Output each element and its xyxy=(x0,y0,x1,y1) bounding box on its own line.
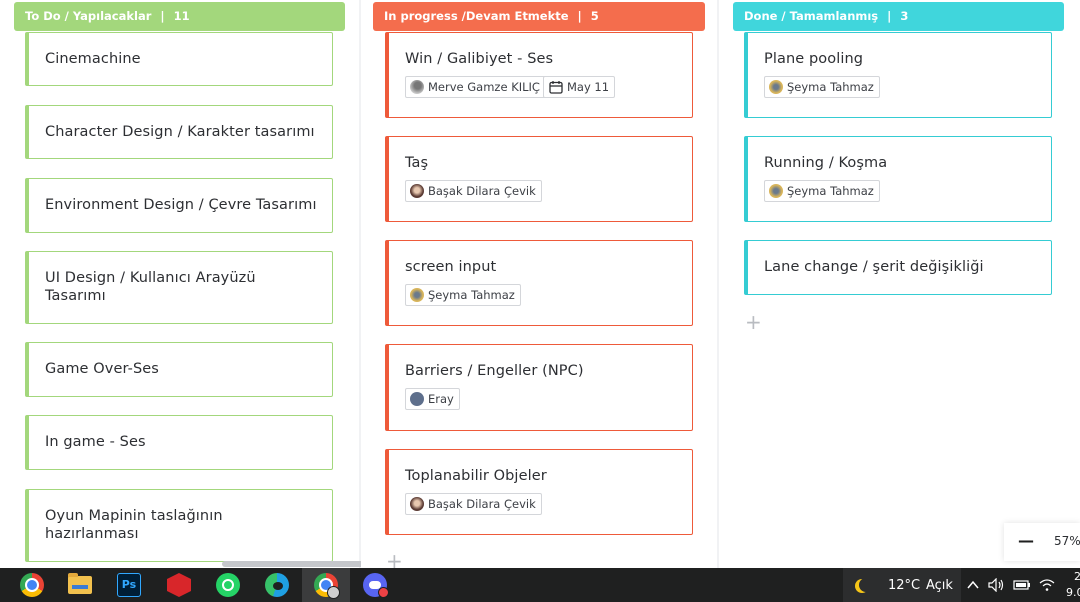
task-title: In game - Ses xyxy=(45,434,146,450)
task-title: Barriers / Engeller (NPC) xyxy=(405,363,584,379)
column-header-todo[interactable]: To Do / Yapılacaklar | 11 xyxy=(14,2,345,31)
task-card[interactable]: Running / Koşma Şeyma Tahmaz xyxy=(744,136,1052,222)
task-card[interactable]: Taş Başak Dilara Çevik xyxy=(385,136,693,222)
task-card[interactable]: In game - Ses xyxy=(25,415,333,470)
task-card[interactable]: UI Design / Kullanıcı Arayüzü Tasarımı xyxy=(25,251,333,324)
task-title: Plane pooling xyxy=(764,51,864,67)
avatar xyxy=(769,80,783,94)
task-title: Oyun Mapinin taslağının hazırlanması xyxy=(45,508,223,542)
due-date-chip[interactable]: May 11 xyxy=(543,76,616,98)
weather-temperature: 12°C xyxy=(888,578,921,593)
speaker-icon[interactable] xyxy=(988,578,1006,592)
task-card[interactable]: Win / Galibiyet - Ses Merve Gamze KILIÇ … xyxy=(385,32,693,118)
task-title: Lane change / şerit değişikliği xyxy=(764,259,984,275)
sketchup-icon[interactable] xyxy=(167,573,191,597)
avatar xyxy=(410,80,424,94)
weather-condition: Açık xyxy=(926,578,953,593)
task-card[interactable]: Barriers / Engeller (NPC) Eray xyxy=(385,344,693,431)
clock-date-fragment[interactable]: 9.0 xyxy=(1066,586,1080,599)
task-card[interactable]: Lane change / şerit değişikliği xyxy=(744,240,1052,295)
discord-icon[interactable] xyxy=(363,573,389,598)
column-title: To Do / Yapılacaklar xyxy=(25,9,152,23)
assignee-name: Şeyma Tahmaz xyxy=(787,80,874,94)
column-count: 11 xyxy=(173,9,190,23)
avatar xyxy=(410,392,424,406)
assignee-name: Eray xyxy=(428,392,454,406)
calendar-icon xyxy=(549,81,563,94)
column-header-done[interactable]: Done / Tamamlanmış | 3 xyxy=(733,2,1064,31)
column-todo: To Do / Yapılacaklar | 11 Cinemachine Char… xyxy=(0,0,359,568)
task-title: Taş xyxy=(405,155,429,171)
column-count: 5 xyxy=(590,9,599,23)
task-title: Toplanabilir Objeler xyxy=(405,468,547,484)
zoom-level: 57% xyxy=(1054,534,1080,548)
photoshop-label: Ps xyxy=(121,578,137,591)
assignee-name: Merve Gamze KILIÇ xyxy=(428,80,540,94)
assignee-chip[interactable]: Merve Gamze KILIÇ xyxy=(405,76,546,98)
column-count: 3 xyxy=(900,9,909,23)
chevron-up-icon[interactable] xyxy=(966,579,980,591)
avatar xyxy=(410,497,424,511)
task-title: Running / Koşma xyxy=(764,155,888,171)
task-card[interactable]: Character Design / Karakter tasarımı xyxy=(25,105,333,159)
task-card[interactable]: Environment Design / Çevre Tasarımı xyxy=(25,178,333,233)
clock-time-fragment[interactable]: 2 xyxy=(1074,570,1080,583)
task-card[interactable]: Plane pooling Şeyma Tahmaz xyxy=(744,32,1052,118)
battery-icon[interactable] xyxy=(1013,579,1031,591)
file-explorer-icon[interactable] xyxy=(68,573,92,594)
assignee-chip[interactable]: Şeyma Tahmaz xyxy=(405,284,521,306)
task-title: Character Design / Karakter tasarımı xyxy=(45,124,315,140)
assignee-name: Şeyma Tahmaz xyxy=(787,184,874,198)
task-card[interactable]: Cinemachine xyxy=(25,32,333,86)
assignee-chip[interactable]: Başak Dilara Çevik xyxy=(405,493,542,515)
assignee-name: Şeyma Tahmaz xyxy=(428,288,515,302)
avatar xyxy=(769,184,783,198)
task-title: Cinemachine xyxy=(45,51,141,67)
task-card[interactable]: Game Over-Ses xyxy=(25,342,333,397)
photoshop-icon[interactable]: Ps xyxy=(117,573,141,597)
assignee-chip[interactable]: Eray xyxy=(405,388,460,410)
column-header-in-progress[interactable]: In progress /Devam Etmekte | 5 xyxy=(373,2,705,31)
task-title: Win / Galibiyet - Ses xyxy=(405,51,554,67)
task-title: Environment Design / Çevre Tasarımı xyxy=(45,197,317,213)
task-card[interactable]: screen input Şeyma Tahmaz xyxy=(385,240,693,326)
whatsapp-icon[interactable] xyxy=(216,573,240,597)
taskbar: Ps 12°C Açık 2 9.0 xyxy=(0,568,1080,602)
assignee-chip[interactable]: Başak Dilara Çevik xyxy=(405,180,542,202)
moon-icon xyxy=(859,578,873,592)
task-title: Game Over-Ses xyxy=(45,361,159,377)
column-in-progress: In progress /Devam Etmekte | 5 Win / Galib… xyxy=(361,0,717,571)
column-title: Done / Tamamlanmış xyxy=(744,9,879,23)
task-card[interactable]: Toplanabilir Objeler Başak Dilara Çevik xyxy=(385,449,693,535)
add-task-button[interactable]: + xyxy=(745,312,762,332)
task-card[interactable]: Oyun Mapinin taslağının hazırlanması xyxy=(25,489,333,562)
chrome-profile-icon[interactable] xyxy=(314,573,340,599)
assignee-name: Başak Dilara Çevik xyxy=(428,497,536,511)
edge-icon[interactable] xyxy=(265,573,289,597)
assignee-chip[interactable]: Şeyma Tahmaz xyxy=(764,76,880,98)
column-done: Done / Tamamlanmış | 3 Plane pooling Şeyma… xyxy=(719,0,1080,568)
weather-widget[interactable]: 12°C Açık xyxy=(843,568,961,602)
task-title: UI Design / Kullanıcı Arayüzü Tasarımı xyxy=(45,270,256,304)
wifi-icon[interactable] xyxy=(1039,578,1055,592)
column-title: In progress /Devam Etmekte xyxy=(384,9,569,23)
assignee-name: Başak Dilara Çevik xyxy=(428,184,536,198)
task-title: screen input xyxy=(405,259,497,275)
chrome-icon[interactable] xyxy=(20,573,44,597)
assignee-chip[interactable]: Şeyma Tahmaz xyxy=(764,180,880,202)
avatar xyxy=(410,184,424,198)
due-date: May 11 xyxy=(567,80,610,94)
zoom-control: — 57% xyxy=(1004,523,1080,561)
avatar xyxy=(410,288,424,302)
zoom-out-button[interactable]: — xyxy=(1018,531,1034,550)
